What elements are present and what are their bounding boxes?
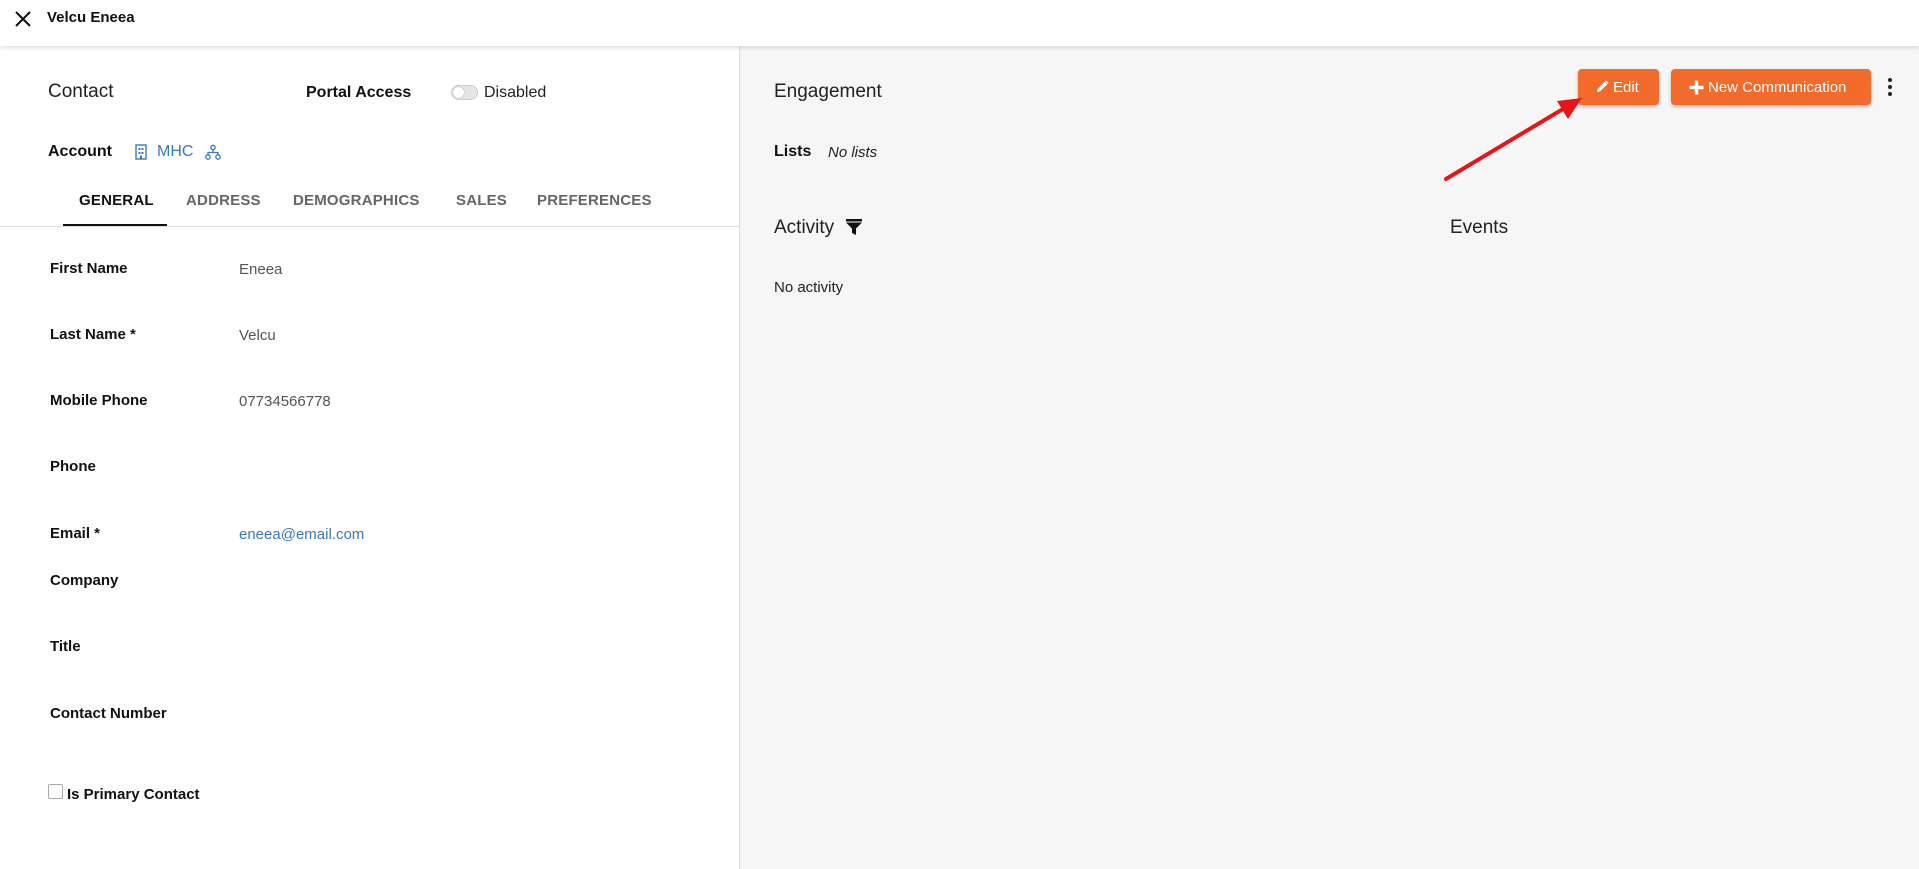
contact-panel: Contact Portal Access Disabled Account M… bbox=[0, 46, 740, 869]
close-icon[interactable] bbox=[13, 9, 33, 29]
lists-label: Lists bbox=[774, 143, 812, 160]
filter-icon[interactable] bbox=[845, 218, 863, 236]
last-name-value: Velcu bbox=[239, 327, 276, 344]
activity-heading: Activity bbox=[774, 217, 835, 238]
primary-contact-checkbox[interactable] bbox=[48, 784, 63, 799]
portal-access-state: Disabled bbox=[484, 84, 547, 101]
first-name-value: Eneea bbox=[239, 261, 283, 278]
lists-empty-text: No lists bbox=[828, 144, 878, 161]
phone-label: Phone bbox=[50, 458, 96, 475]
first-name-label: First Name bbox=[50, 260, 128, 277]
tab-address[interactable]: ADDRESS bbox=[186, 192, 261, 209]
more-options-icon[interactable] bbox=[1884, 76, 1896, 98]
new-communication-label: New Communication bbox=[1708, 78, 1847, 96]
title-bar: Velcu Eneea bbox=[0, 0, 1919, 46]
primary-contact-label: Is Primary Contact bbox=[67, 786, 200, 803]
edit-button[interactable]: Edit bbox=[1578, 69, 1659, 105]
events-heading: Events bbox=[1450, 217, 1509, 238]
active-tab-indicator bbox=[63, 224, 167, 226]
tab-sales[interactable]: SALES bbox=[456, 192, 507, 209]
engagement-heading: Engagement bbox=[774, 81, 882, 102]
last-name-label: Last Name * bbox=[50, 326, 136, 343]
pencil-icon bbox=[1597, 80, 1609, 92]
title-label: Title bbox=[50, 638, 81, 655]
tab-preferences[interactable]: PREFERENCES bbox=[537, 192, 652, 209]
contact-tabs: GENERAL ADDRESS DEMOGRAPHICS SALES PREFE… bbox=[0, 180, 740, 227]
tab-general[interactable]: GENERAL bbox=[79, 192, 154, 209]
activity-empty-text: No activity bbox=[774, 279, 844, 296]
annotation-arrow bbox=[1444, 98, 1582, 181]
hierarchy-icon[interactable] bbox=[205, 144, 221, 160]
engagement-panel: Engagement Lists No lists Activity Event… bbox=[740, 46, 1919, 869]
mobile-phone-label: Mobile Phone bbox=[50, 392, 148, 409]
edit-button-label: Edit bbox=[1613, 78, 1639, 96]
portal-access-toggle[interactable] bbox=[451, 85, 478, 100]
contact-heading: Contact bbox=[48, 81, 114, 102]
account-link[interactable]: MHC bbox=[157, 143, 193, 161]
email-label: Email * bbox=[50, 525, 101, 542]
window-title: Velcu Eneea bbox=[47, 9, 135, 26]
account-label: Account bbox=[48, 143, 112, 160]
company-label: Company bbox=[50, 572, 119, 589]
mobile-phone-value: 07734566778 bbox=[239, 393, 331, 410]
portal-access-label: Portal Access bbox=[306, 84, 412, 101]
building-icon bbox=[135, 144, 147, 160]
contact-number-label: Contact Number bbox=[50, 705, 167, 722]
email-link[interactable]: eneea@email.com bbox=[239, 526, 364, 543]
tab-demographics[interactable]: DEMOGRAPHICS bbox=[293, 192, 420, 209]
plus-icon bbox=[1689, 80, 1704, 94]
new-communication-button[interactable]: New Communication bbox=[1671, 69, 1871, 105]
